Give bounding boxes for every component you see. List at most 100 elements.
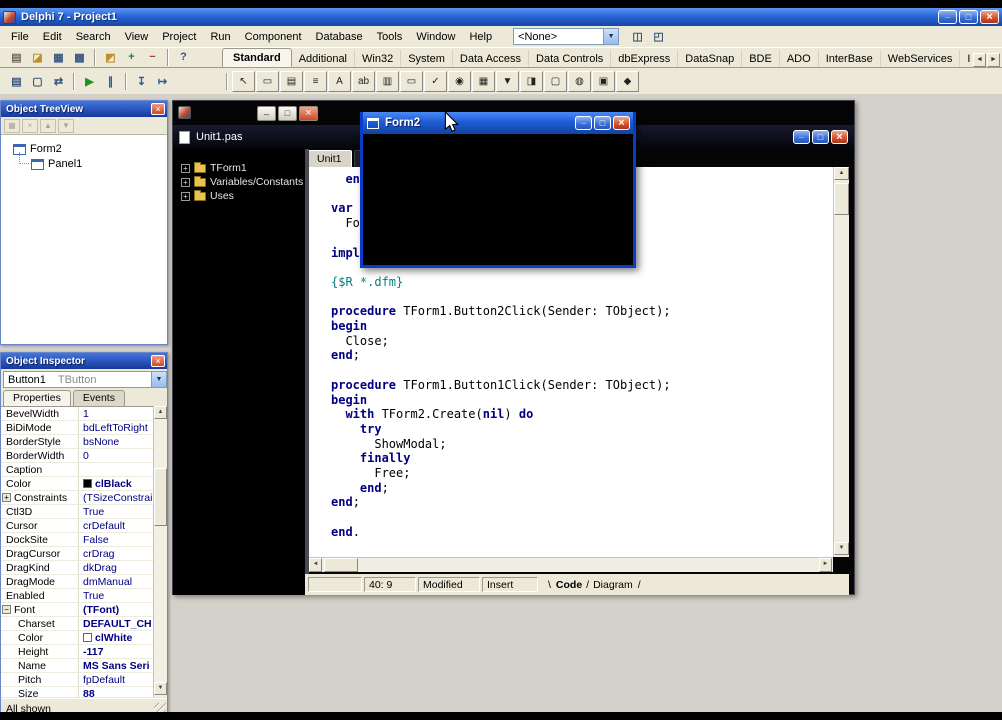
palette-tab-data-access[interactable]: Data Access: [453, 50, 530, 67]
property-value[interactable]: True: [79, 589, 155, 602]
property-row-color[interactable]: Color clBlack: [1, 477, 155, 491]
palette-tab-ado[interactable]: ADO: [780, 50, 819, 67]
component-memo[interactable]: ▥: [376, 70, 399, 92]
property-value[interactable]: bdLeftToRight: [79, 421, 155, 434]
menu-component[interactable]: Component: [238, 28, 309, 46]
property-value[interactable]: 1: [79, 407, 155, 420]
scrollbar-thumb[interactable]: [324, 558, 358, 572]
object-selector-combo[interactable]: Button1 TButton: [3, 371, 167, 388]
close-button[interactable]: [299, 106, 318, 121]
property-row-dragcursor[interactable]: DragCursor crDrag: [1, 547, 155, 561]
tab-diagram[interactable]: Diagram: [589, 579, 637, 591]
component-button[interactable]: ▭: [400, 70, 423, 92]
close-icon[interactable]: [151, 355, 165, 367]
palette-tab-dbexpress[interactable]: dbExpress: [611, 50, 679, 67]
component-scroll-bar[interactable]: ◨: [520, 70, 543, 92]
trace-into-button[interactable]: ↧: [131, 72, 152, 90]
close-icon[interactable]: [151, 103, 165, 115]
component-radio-group[interactable]: ◍: [568, 70, 591, 92]
form2-titlebar[interactable]: Form2: [363, 112, 633, 134]
menu-project[interactable]: Project: [155, 28, 203, 46]
component-popup-menu[interactable]: ≡: [304, 70, 327, 92]
step-over-button[interactable]: ↦: [152, 72, 173, 90]
scrollbar-thumb[interactable]: [834, 183, 849, 215]
component-radio-button[interactable]: ◉: [448, 70, 471, 92]
property-value[interactable]: crDrag: [79, 547, 155, 560]
menu-run[interactable]: Run: [203, 28, 237, 46]
property-value[interactable]: [79, 463, 155, 476]
property-row-bevelwidth[interactable]: BevelWidth 1: [1, 407, 155, 421]
property-value[interactable]: clBlack: [79, 477, 155, 490]
palette-tab-interbase[interactable]: InterBase: [819, 50, 881, 67]
open-file-button[interactable]: ◪: [27, 48, 48, 66]
title-bar[interactable]: Delphi 7 - Project1: [0, 8, 1002, 26]
editor-vertical-scrollbar[interactable]: [833, 167, 849, 557]
form2-client-area[interactable]: [363, 134, 633, 265]
editor-horizontal-scrollbar[interactable]: [309, 557, 833, 572]
object-treeview-titlebar[interactable]: Object TreeView: [1, 101, 167, 117]
property-row-ctl3d[interactable]: Ctl3D True: [1, 505, 155, 519]
property-row-constraints[interactable]: + Constraints (TSizeConstrain: [1, 491, 155, 505]
palette-tab-data-controls[interactable]: Data Controls: [529, 50, 612, 67]
property-row-borderstyle[interactable]: BorderStyle bsNone: [1, 435, 155, 449]
scroll-up-icon[interactable]: [834, 167, 849, 180]
tree-item-panel1[interactable]: Panel1: [31, 158, 82, 170]
save-current-desktop-button[interactable]: ◫: [627, 28, 648, 46]
tab-events[interactable]: Events: [72, 390, 125, 406]
tab-code[interactable]: Code: [552, 579, 586, 591]
property-value[interactable]: DEFAULT_CH: [79, 617, 155, 630]
component-check-box[interactable]: ✓: [424, 70, 447, 92]
property-row-font[interactable]: − Font (TFont): [1, 603, 155, 617]
toggle-form-unit-button[interactable]: ⇄: [48, 72, 69, 90]
property-value[interactable]: fpDefault: [79, 673, 155, 686]
property-row-color[interactable]: Color clWhite: [1, 631, 155, 645]
palette-scroll-right-button[interactable]: [987, 53, 1000, 67]
property-row-charset[interactable]: Charset DEFAULT_CH: [1, 617, 155, 631]
property-row-caption[interactable]: Caption: [1, 463, 155, 477]
menu-database[interactable]: Database: [309, 28, 370, 46]
property-value[interactable]: (TSizeConstrain: [79, 491, 155, 504]
property-row-dragmode[interactable]: DragMode dmManual: [1, 575, 155, 589]
component-cursor[interactable]: ↖: [232, 70, 255, 92]
property-row-borderwidth[interactable]: BorderWidth 0: [1, 449, 155, 463]
object-inspector-titlebar[interactable]: Object Inspector: [1, 353, 167, 369]
delete-item-button[interactable]: ×: [22, 118, 38, 133]
minimize-button[interactable]: [575, 116, 592, 130]
minimize-button[interactable]: [257, 106, 276, 121]
form2-window[interactable]: Form2: [360, 112, 636, 268]
new-item-button[interactable]: ▦: [4, 118, 20, 133]
desktop-speedsetting-combo[interactable]: <None>: [513, 28, 620, 45]
scroll-down-icon[interactable]: [154, 682, 167, 695]
menu-tools[interactable]: Tools: [370, 28, 410, 46]
expand-icon[interactable]: +: [181, 177, 190, 187]
palette-tab-internetexpress[interactable]: InternetExpress: [960, 50, 970, 67]
expand-collapse-icon[interactable]: −: [2, 605, 11, 614]
property-row-bidimode[interactable]: BiDiMode bdLeftToRight: [1, 421, 155, 435]
menu-file[interactable]: File: [4, 28, 36, 46]
palette-tab-datasnap[interactable]: DataSnap: [678, 50, 743, 67]
new-file-button[interactable]: ▤: [6, 48, 27, 66]
property-value[interactable]: crDefault: [79, 519, 155, 532]
add-file-to-project-button[interactable]: +: [121, 48, 142, 66]
scroll-down-icon[interactable]: [834, 542, 849, 555]
property-value[interactable]: -117: [79, 645, 155, 658]
property-value[interactable]: clWhite: [79, 631, 155, 644]
property-value[interactable]: dkDrag: [79, 561, 155, 574]
palette-tab-system[interactable]: System: [401, 50, 453, 67]
minimize-button[interactable]: [793, 130, 810, 144]
move-up-button[interactable]: ▲: [40, 118, 56, 133]
save-file-button[interactable]: ▦: [48, 48, 69, 66]
expand-icon[interactable]: +: [181, 163, 190, 173]
minimize-button[interactable]: [938, 10, 957, 24]
expand-collapse-icon[interactable]: +: [2, 493, 11, 502]
property-row-enabled[interactable]: Enabled True: [1, 589, 155, 603]
inspector-scrollbar[interactable]: [153, 406, 167, 697]
scroll-left-icon[interactable]: [309, 558, 322, 572]
property-value[interactable]: True: [79, 505, 155, 518]
restore-button[interactable]: [278, 106, 297, 121]
component-main-menu[interactable]: ▤: [280, 70, 303, 92]
menu-search[interactable]: Search: [69, 28, 118, 46]
palette-tab-additional[interactable]: Additional: [292, 50, 356, 67]
palette-scroll-left-button[interactable]: [973, 53, 986, 67]
pause-button[interactable]: ∥: [100, 72, 121, 90]
